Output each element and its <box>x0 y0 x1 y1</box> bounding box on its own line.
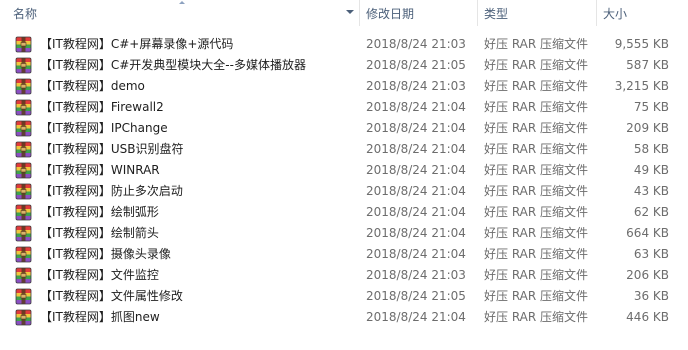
file-row[interactable]: 【IT教程网】IPChange 2018/8/24 21:04 好压 RAR 压缩文… <box>0 118 688 139</box>
rar-archive-icon <box>15 36 32 53</box>
file-type: 好压 RAR 压缩文件 <box>484 142 589 156</box>
column-divider[interactable] <box>596 0 597 26</box>
file-modified-date: 2018/8/24 21:03 <box>366 37 466 51</box>
file-modified-date: 2018/8/24 21:04 <box>366 121 466 135</box>
file-row[interactable]: 【IT教程网】文件属性修改 2018/8/24 21:05 好压 RAR 压缩文件 3… <box>0 286 688 307</box>
column-header-size-label: 大小 <box>603 7 628 21</box>
file-name: 【IT教程网】抓图new <box>40 310 160 324</box>
file-modified-date: 2018/8/24 21:04 <box>366 163 466 177</box>
column-header-date-label: 修改日期 <box>366 7 415 21</box>
rar-archive-icon <box>15 309 32 326</box>
file-size: 62 KB <box>633 205 669 219</box>
rar-archive-icon <box>15 288 32 305</box>
file-row[interactable]: 【IT教程网】USB识别盘符 2018/8/24 21:04 好压 RAR 压缩文件… <box>0 139 688 160</box>
file-size: 63 KB <box>633 247 669 261</box>
file-size: 206 KB <box>626 268 669 282</box>
file-size: 58 KB <box>633 142 669 156</box>
file-name: 【IT教程网】绘制弧形 <box>40 205 159 219</box>
file-modified-date: 2018/8/24 21:04 <box>366 247 466 261</box>
file-size: 209 KB <box>626 121 669 135</box>
file-size: 587 KB <box>626 58 669 72</box>
file-name: 【IT教程网】防止多次启动 <box>40 184 183 198</box>
file-type: 好压 RAR 压缩文件 <box>484 268 589 282</box>
rar-archive-icon <box>15 225 32 242</box>
file-size: 43 KB <box>633 184 669 198</box>
rar-archive-icon <box>15 99 32 116</box>
file-type: 好压 RAR 压缩文件 <box>484 247 589 261</box>
file-name: 【IT教程网】文件属性修改 <box>40 289 183 303</box>
file-row[interactable]: 【IT教程网】Firewall2 2018/8/24 21:04 好压 RAR 压缩… <box>0 97 688 118</box>
column-header-type[interactable]: 类型 <box>484 0 594 26</box>
file-size: 3,215 KB <box>614 79 669 93</box>
file-modified-date: 2018/8/24 21:03 <box>366 79 466 93</box>
file-name: 【IT教程网】摄像头录像 <box>40 247 171 261</box>
file-modified-date: 2018/8/24 21:04 <box>366 310 466 324</box>
file-name: 【IT教程网】IPChange <box>40 121 168 135</box>
sort-ascending-icon <box>179 1 185 4</box>
file-size: 446 KB <box>626 310 669 324</box>
file-modified-date: 2018/8/24 21:03 <box>366 268 466 282</box>
file-row[interactable]: 【IT教程网】防止多次启动 2018/8/24 21:04 好压 RAR 压缩文件 4… <box>0 181 688 202</box>
file-modified-date: 2018/8/24 21:04 <box>366 184 466 198</box>
file-row[interactable]: 【IT教程网】绘制箭头 2018/8/24 21:04 好压 RAR 压缩文件 664… <box>0 223 688 244</box>
file-modified-date: 2018/8/24 21:04 <box>366 205 466 219</box>
rar-archive-icon <box>15 204 32 221</box>
file-modified-date: 2018/8/24 21:05 <box>366 289 466 303</box>
file-name: 【IT教程网】C#+屏幕录像+源代码 <box>40 37 234 51</box>
file-row[interactable]: 【IT教程网】抓图new 2018/8/24 21:04 好压 RAR 压缩文件 44… <box>0 307 688 328</box>
column-header-name-label: 名称 <box>13 7 38 21</box>
column-header-type-label: 类型 <box>484 7 509 21</box>
file-name: 【IT教程网】Firewall2 <box>40 100 164 114</box>
file-row[interactable]: 【IT教程网】demo 2018/8/24 21:03 好压 RAR 压缩文件 3,2… <box>0 76 688 97</box>
file-name: 【IT教程网】C#开发典型模块大全--多媒体播放器 <box>40 58 306 72</box>
file-name: 【IT教程网】绘制箭头 <box>40 226 159 240</box>
file-type: 好压 RAR 压缩文件 <box>484 37 589 51</box>
rar-archive-icon <box>15 78 32 95</box>
file-type: 好压 RAR 压缩文件 <box>484 205 589 219</box>
rar-archive-icon <box>15 57 32 74</box>
rar-archive-icon <box>15 141 32 158</box>
file-size: 75 KB <box>633 100 669 114</box>
file-type: 好压 RAR 压缩文件 <box>484 79 589 93</box>
column-header-bar: 名称 修改日期 类型 大小 <box>0 0 688 26</box>
file-type: 好压 RAR 压缩文件 <box>484 163 589 177</box>
file-type: 好压 RAR 压缩文件 <box>484 289 589 303</box>
file-type: 好压 RAR 压缩文件 <box>484 100 589 114</box>
file-list: 【IT教程网】C#+屏幕录像+源代码 2018/8/24 21:03 好压 RAR … <box>0 34 688 328</box>
file-type: 好压 RAR 压缩文件 <box>484 184 589 198</box>
file-name: 【IT教程网】USB识别盘符 <box>40 142 184 156</box>
file-name: 【IT教程网】demo <box>40 79 145 93</box>
file-size: 36 KB <box>633 289 669 303</box>
column-divider[interactable] <box>359 0 360 26</box>
file-row[interactable]: 【IT教程网】C#+屏幕录像+源代码 2018/8/24 21:03 好压 RAR … <box>0 34 688 55</box>
file-row[interactable]: 【IT教程网】摄像头录像 2018/8/24 21:04 好压 RAR 压缩文件 63… <box>0 244 688 265</box>
file-modified-date: 2018/8/24 21:04 <box>366 226 466 240</box>
rar-archive-icon <box>15 267 32 284</box>
file-row[interactable]: 【IT教程网】文件监控 2018/8/24 21:03 好压 RAR 压缩文件 206… <box>0 265 688 286</box>
file-modified-date: 2018/8/24 21:05 <box>366 58 466 72</box>
rar-archive-icon <box>15 162 32 179</box>
rar-archive-icon <box>15 183 32 200</box>
file-modified-date: 2018/8/24 21:04 <box>366 100 466 114</box>
rar-archive-icon <box>15 120 32 137</box>
file-modified-date: 2018/8/24 21:04 <box>366 142 466 156</box>
column-header-size[interactable]: 大小 <box>603 0 683 26</box>
file-name: 【IT教程网】文件监控 <box>40 268 159 282</box>
file-row[interactable]: 【IT教程网】WINRAR 2018/8/24 21:04 好压 RAR 压缩文件 4… <box>0 160 688 181</box>
file-size: 664 KB <box>626 226 669 240</box>
file-type: 好压 RAR 压缩文件 <box>484 310 589 324</box>
file-type: 好压 RAR 压缩文件 <box>484 226 589 240</box>
column-header-date[interactable]: 修改日期 <box>366 0 476 26</box>
rar-archive-icon <box>15 246 32 263</box>
chevron-down-icon[interactable] <box>346 10 354 14</box>
file-type: 好压 RAR 压缩文件 <box>484 58 589 72</box>
file-type: 好压 RAR 压缩文件 <box>484 121 589 135</box>
column-header-name[interactable]: 名称 <box>13 0 343 26</box>
column-divider[interactable] <box>477 0 478 26</box>
file-row[interactable]: 【IT教程网】C#开发典型模块大全--多媒体播放器 2018/8/24 21:05… <box>0 55 688 76</box>
file-row[interactable]: 【IT教程网】绘制弧形 2018/8/24 21:04 好压 RAR 压缩文件 62 … <box>0 202 688 223</box>
file-name: 【IT教程网】WINRAR <box>40 163 160 177</box>
file-size: 49 KB <box>633 163 669 177</box>
file-size: 9,555 KB <box>614 37 669 51</box>
